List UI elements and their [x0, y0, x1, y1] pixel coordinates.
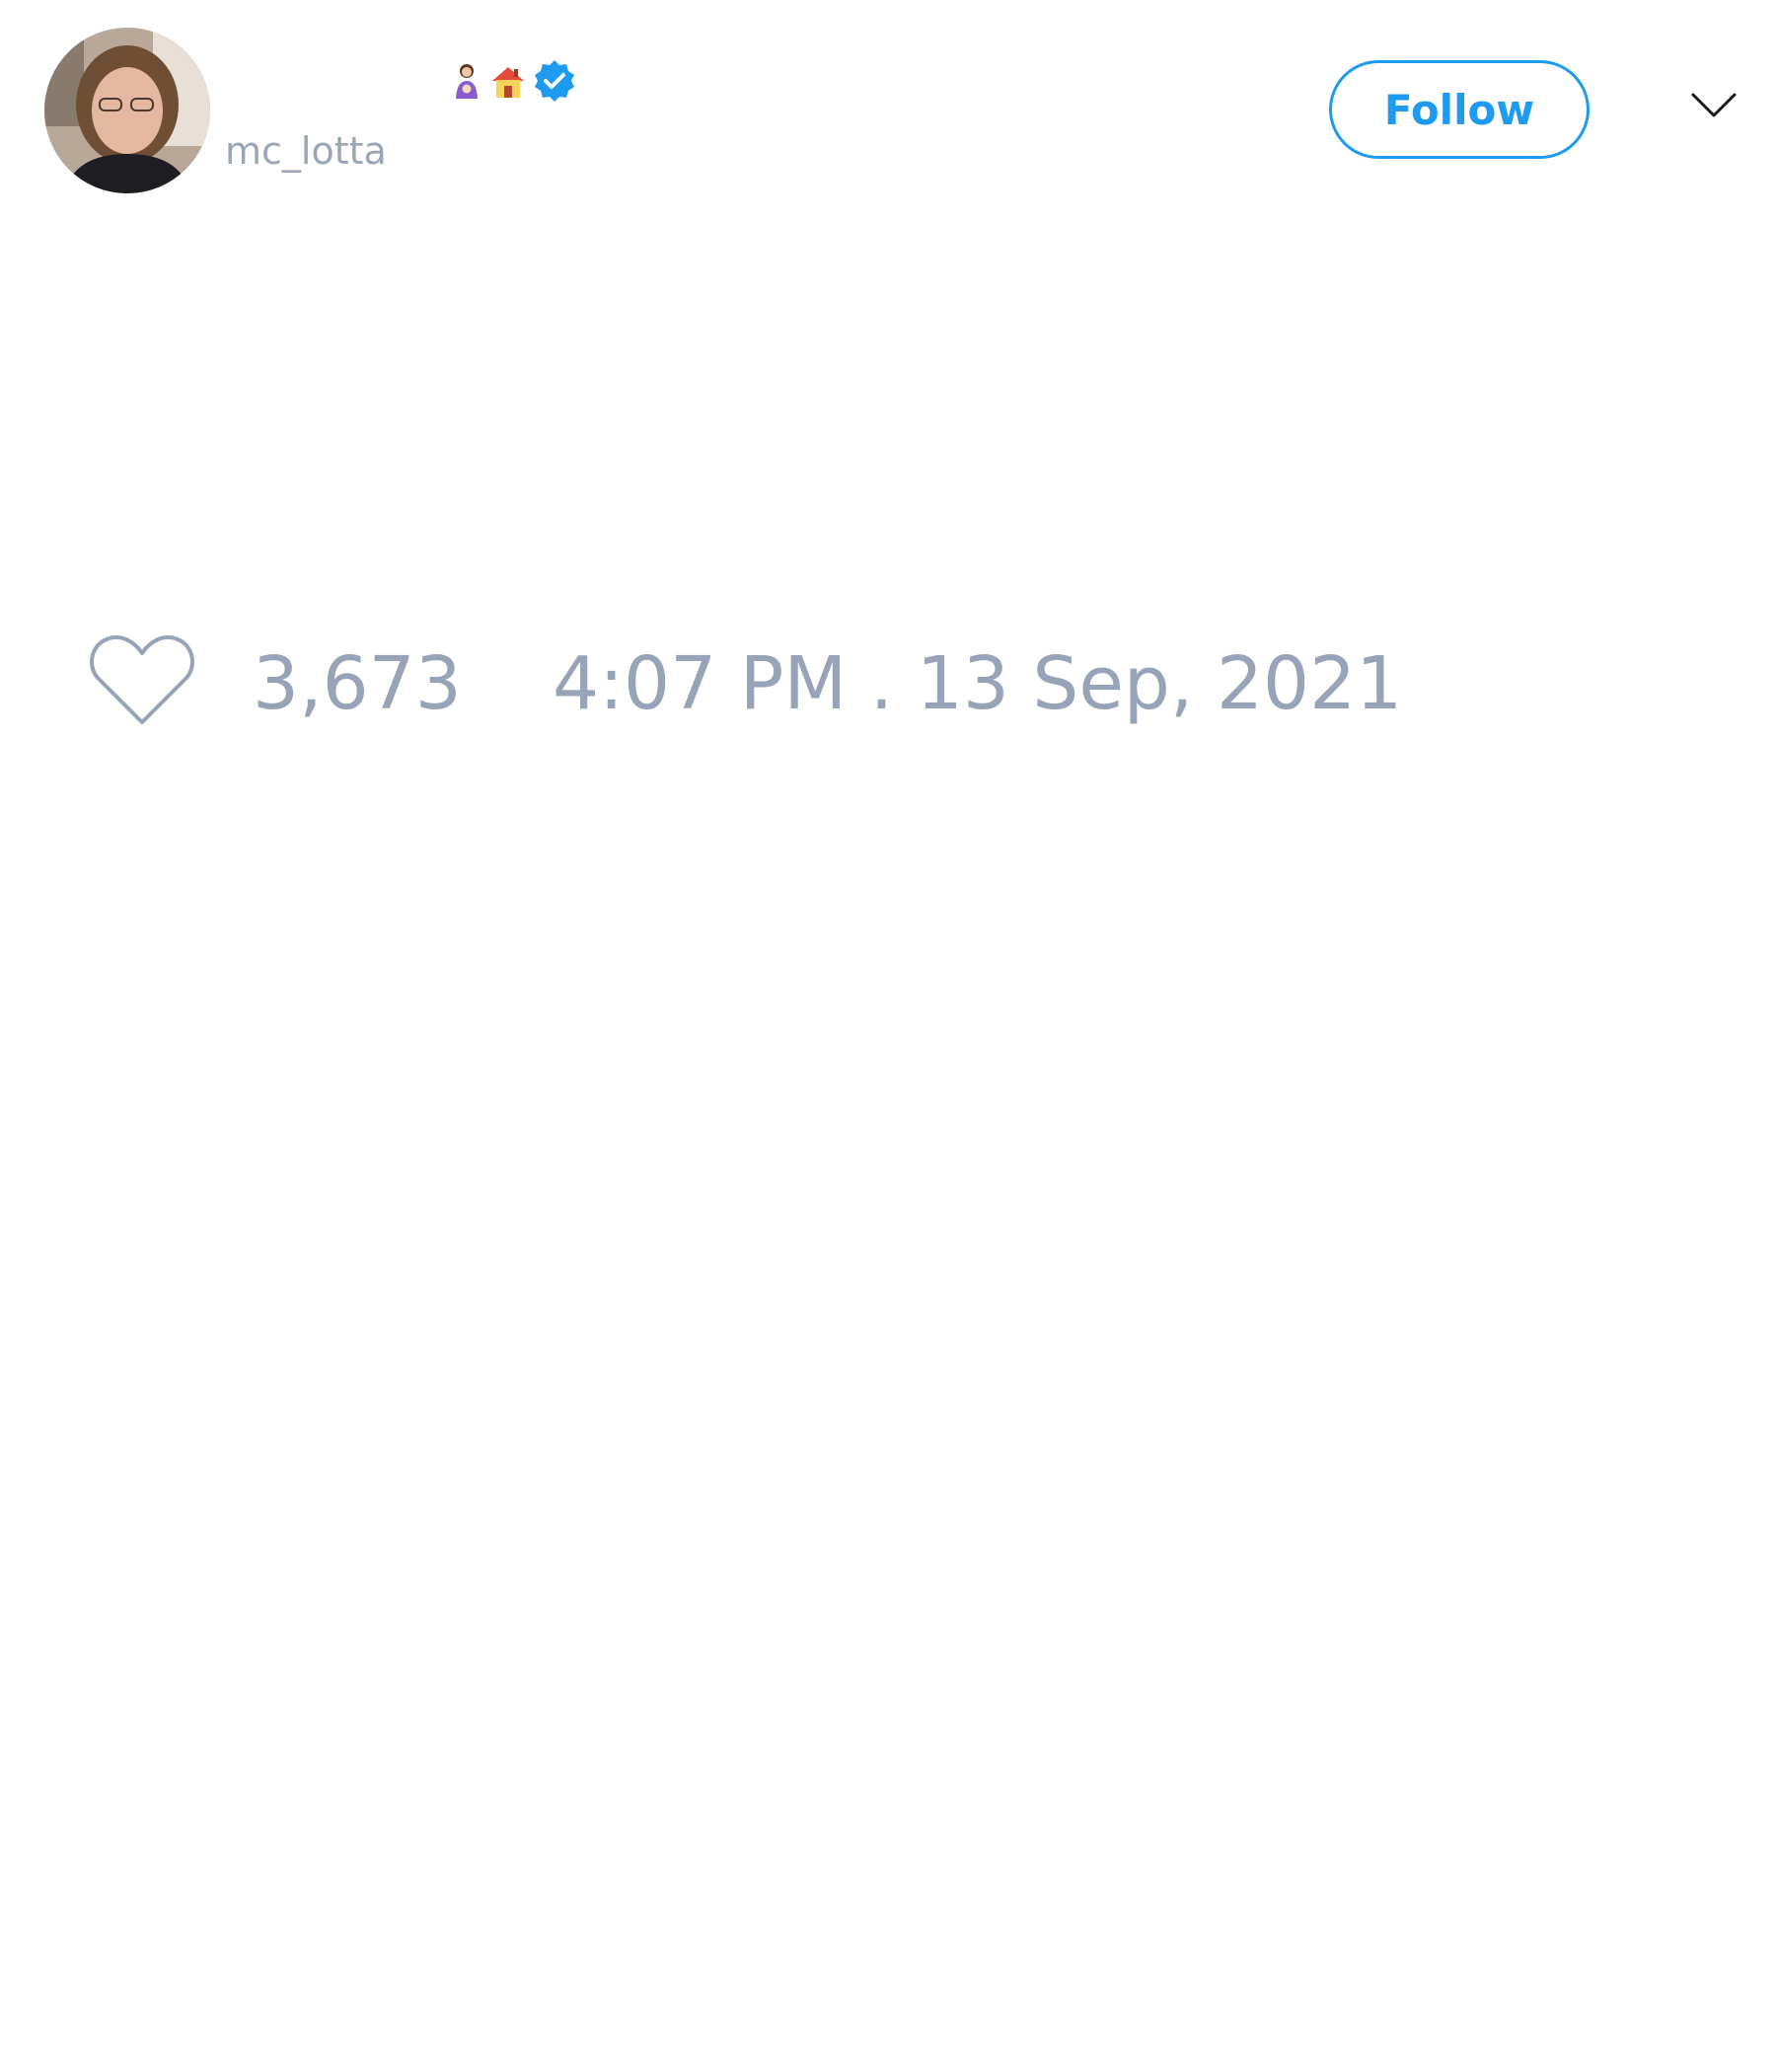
- heart-outline-icon[interactable]: [89, 631, 195, 728]
- follow-button[interactable]: Follow: [1329, 60, 1590, 159]
- woman-with-baby-emoji: [449, 61, 484, 101]
- tweet-header: mc_lotta Follow: [0, 0, 1776, 197]
- verified-badge-icon: [532, 58, 577, 104]
- house-emoji: [490, 61, 526, 101]
- chevron-down-icon[interactable]: [1690, 91, 1738, 120]
- avatar[interactable]: [44, 28, 210, 193]
- avatar-photo: [44, 28, 210, 193]
- like-count: 3,673: [253, 641, 462, 726]
- tweet-timestamp[interactable]: 4:07 PM . 13 Sep, 2021: [553, 639, 1402, 728]
- user-handle[interactable]: mc_lotta: [225, 126, 387, 176]
- tweet-stats: 3,673 4:07 PM . 13 Sep, 2021: [0, 631, 1776, 730]
- display-name-row: [449, 57, 577, 105]
